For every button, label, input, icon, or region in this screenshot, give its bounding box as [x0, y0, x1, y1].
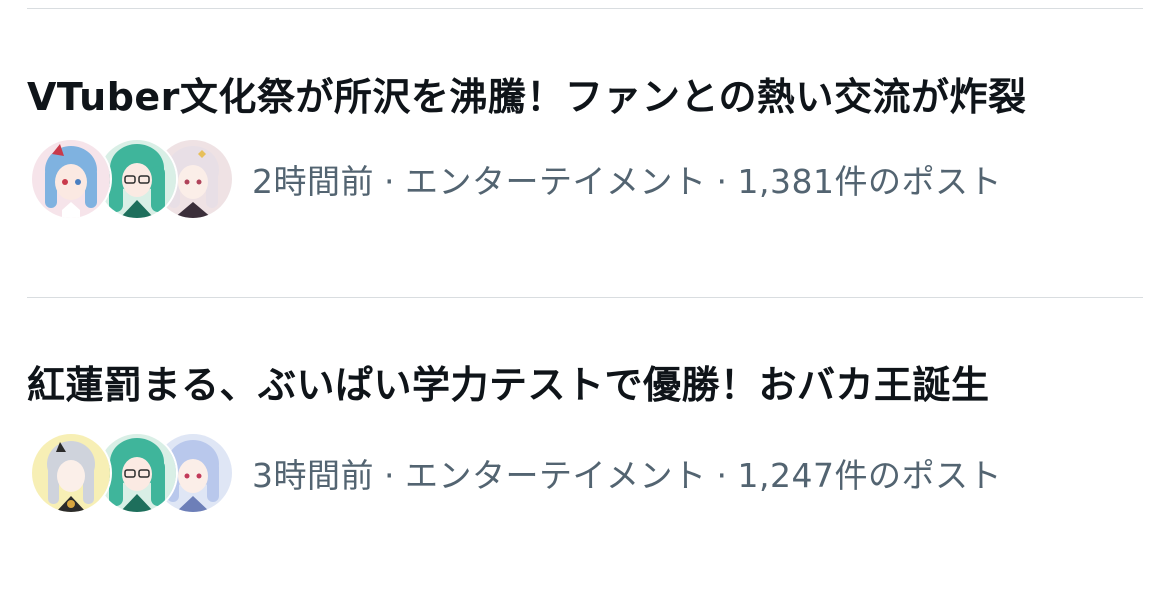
silver-hair-girl-avatar [32, 434, 110, 512]
avatar-stack [30, 432, 234, 514]
trend-title[interactable]: 紅蓮罰まる、ぶいぱい学力テストで優勝！おバカ王誕生 [27, 360, 990, 410]
meta-separator: · [716, 162, 728, 201]
trend-divider [27, 297, 1143, 298]
blue-hair-girl-avatar [32, 140, 110, 218]
trend-item[interactable]: VTuber文化祭が所沢を沸騰！ファンとの熱い交流が炸裂 2時間前 · エンター… [27, 72, 1143, 242]
trend-meta: 3時間前 · エンターテイメント · 1,247件のポスト [30, 432, 1002, 514]
top-divider [27, 8, 1143, 9]
trend-time: 2時間前 [252, 162, 374, 201]
trend-title[interactable]: VTuber文化祭が所沢を沸騰！ファンとの熱い交流が炸裂 [27, 72, 1027, 122]
avatar [30, 432, 112, 514]
trend-time: 3時間前 [252, 456, 374, 495]
trend-post-count: 1,381件のポスト [737, 162, 1002, 201]
trend-meta-text: 3時間前 · エンターテイメント · 1,247件のポスト [252, 449, 1002, 497]
trend-category: エンターテイメント [405, 456, 707, 495]
trend-item[interactable]: 紅蓮罰まる、ぶいぱい学力テストで優勝！おバカ王誕生 3時間前 · エンターテイメ… [27, 360, 1143, 530]
avatar-stack [30, 138, 234, 220]
meta-separator: · [384, 456, 395, 495]
trend-post-count: 1,247件のポスト [737, 456, 1002, 495]
trend-category: エンターテイメント [405, 162, 707, 201]
meta-separator: · [716, 456, 728, 495]
avatar [30, 138, 112, 220]
meta-separator: · [384, 162, 395, 201]
trend-meta: 2時間前 · エンターテイメント · 1,381件のポスト [30, 138, 1002, 220]
trend-meta-text: 2時間前 · エンターテイメント · 1,381件のポスト [252, 155, 1002, 203]
